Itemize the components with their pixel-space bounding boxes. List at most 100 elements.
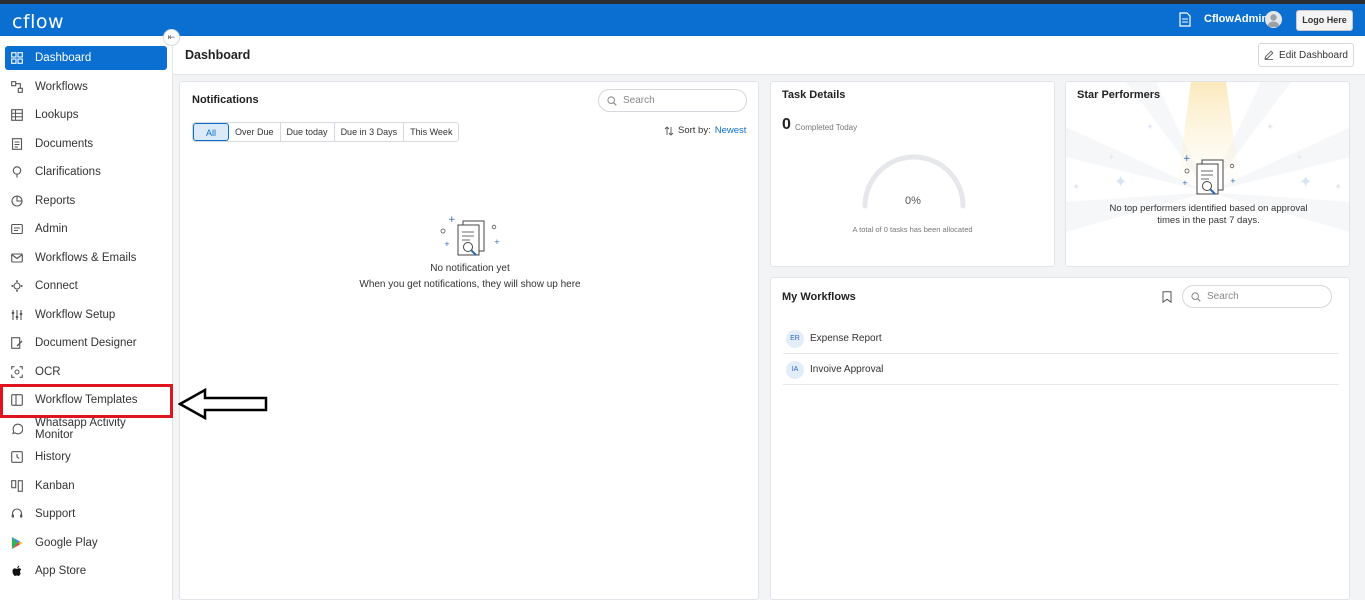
- workflow-initials-badge: IA: [786, 360, 804, 379]
- page-title: Dashboard: [185, 48, 251, 62]
- filter-due-today[interactable]: Due today: [280, 123, 335, 141]
- sidebar-item-clarifications[interactable]: Clarifications: [5, 160, 167, 184]
- edit-dashboard-button[interactable]: Edit Dashboard: [1258, 43, 1354, 67]
- bookmark-icon[interactable]: [1162, 291, 1172, 303]
- history-icon: [11, 451, 23, 463]
- search-icon: [607, 95, 617, 106]
- task-allocation-footer: A total of 0 tasks has been allocated: [852, 225, 973, 234]
- lookups-icon: [11, 109, 23, 121]
- user-avatar-icon[interactable]: [1265, 11, 1282, 28]
- svg-text:+: +: [444, 240, 450, 248]
- admin-icon: [11, 223, 23, 235]
- sidebar-item-label: Kanban: [35, 480, 75, 492]
- notifications-search-input[interactable]: [623, 95, 723, 106]
- sidebar-item-admin[interactable]: Admin: [5, 217, 167, 241]
- notifications-search[interactable]: [598, 89, 747, 112]
- sidebar-collapse-icon[interactable]: ⇤: [163, 29, 180, 46]
- sidebar-item-label: Documents: [35, 138, 94, 150]
- completed-count: 0: [782, 116, 791, 133]
- workflow-name[interactable]: Invoive Approval: [810, 364, 883, 375]
- no-notification-title: No notification yet: [430, 263, 510, 274]
- sidebar-item-support[interactable]: Support: [5, 502, 167, 526]
- workflows-icon: [11, 81, 23, 93]
- sidebar-item-label: OCR: [35, 366, 61, 378]
- filter-all[interactable]: All: [193, 123, 230, 141]
- sidebar-item-documents[interactable]: Documents: [5, 132, 167, 156]
- sidebar-item-workflows[interactable]: Workflows: [5, 75, 167, 99]
- sidebar-item-google-play[interactable]: Google Play: [5, 531, 167, 555]
- sidebar-item-connect[interactable]: Connect: [5, 274, 167, 298]
- notifications-title: Notifications: [192, 94, 259, 106]
- main-header: Dashboard Edit Dashboard: [173, 36, 1365, 75]
- no-performers-message: No top performers identified based on ap…: [1109, 203, 1308, 226]
- sidebar-item-ocr[interactable]: OCR: [5, 360, 167, 384]
- svg-text:✦: ✦: [1296, 153, 1303, 162]
- workflow-list-item[interactable]: ER Expense Report: [783, 324, 1339, 354]
- pencil-icon: [1264, 50, 1274, 60]
- document-icon[interactable]: [1179, 12, 1191, 27]
- edit-dashboard-label: Edit Dashboard: [1279, 49, 1348, 61]
- sort-value[interactable]: Newest: [715, 125, 747, 136]
- svg-text:+: +: [448, 215, 456, 225]
- my-workflows-search[interactable]: [1182, 285, 1332, 308]
- star-performers-card: ✦ ✦ ✦ ✦ ✦ ✦ ✦ ✦ Star Performers + + + No…: [1065, 81, 1350, 267]
- sidebar-item-label: Document Designer: [35, 337, 137, 349]
- sidebar-item-label: History: [35, 451, 71, 463]
- sidebar-item-kanban[interactable]: Kanban: [5, 474, 167, 498]
- sort-control[interactable]: Sort by: Newest: [664, 125, 746, 136]
- sidebar-item-label: Dashboard: [35, 52, 92, 64]
- sidebar-item-label: Admin: [35, 223, 68, 235]
- workflow-list-item[interactable]: IA Invoive Approval: [783, 355, 1339, 385]
- no-notification-message: When you get notifications, they will sh…: [359, 279, 581, 290]
- sidebar-item-app-store[interactable]: App Store: [5, 559, 167, 583]
- sidebar-item-label: Clarifications: [35, 166, 101, 178]
- apple-icon: [11, 565, 23, 577]
- ocr-icon: [11, 366, 23, 378]
- sort-icon: [664, 125, 674, 136]
- sidebar-item-label: Workflows: [35, 81, 88, 93]
- kanban-icon: [11, 480, 23, 492]
- sidebar-item-dashboard[interactable]: Dashboard: [5, 46, 167, 70]
- task-progress-percent: 0%: [905, 195, 921, 207]
- sidebar-item-workflows-emails[interactable]: Workflows & Emails: [5, 246, 167, 270]
- completed-label: Completed Today: [795, 123, 858, 132]
- filter-due-in-3-days[interactable]: Due in 3 Days: [334, 123, 405, 141]
- sort-label: Sort by:: [678, 125, 711, 136]
- svg-text:✦: ✦: [1146, 122, 1154, 133]
- sidebar-item-label: Reports: [35, 195, 76, 207]
- sidebar-item-history[interactable]: History: [5, 445, 167, 469]
- svg-text:✦: ✦: [1334, 182, 1342, 193]
- cflow-logo[interactable]: cflow: [12, 11, 64, 33]
- my-workflows-title: My Workflows: [782, 291, 856, 303]
- filter-this-week[interactable]: This Week: [404, 123, 459, 141]
- filter-over-due[interactable]: Over Due: [229, 123, 281, 141]
- documents-icon: [11, 138, 23, 150]
- sidebar-item-whatsapp-activity-monitor[interactable]: Whatsapp Activity Monitor: [5, 417, 167, 441]
- svg-text:✦: ✦: [1114, 172, 1127, 191]
- username[interactable]: CflowAdmin: [1204, 13, 1268, 25]
- svg-text:+: +: [1183, 154, 1191, 164]
- sidebar-item-reports[interactable]: Reports: [5, 189, 167, 213]
- sidebar-item-label: Connect: [35, 280, 78, 292]
- connect-icon: [11, 280, 23, 292]
- sidebar-item-lookups[interactable]: Lookups: [5, 103, 167, 127]
- mail-icon: [11, 252, 23, 264]
- sliders-icon: [11, 309, 23, 321]
- sidebar-item-label: Workflow Setup: [35, 309, 116, 321]
- svg-text:+: +: [494, 238, 500, 246]
- logo-here-button[interactable]: Logo Here: [1296, 10, 1353, 31]
- search-icon: [1191, 291, 1201, 302]
- workflow-name[interactable]: Expense Report: [810, 333, 882, 344]
- star-performers-title: Star Performers: [1077, 89, 1161, 101]
- my-workflows-search-input[interactable]: [1207, 291, 1307, 302]
- notification-filter-group: All Over Due Due today Due in 3 Days Thi…: [192, 122, 460, 142]
- no-performers-illustration-icon: + + +: [1182, 154, 1236, 195]
- top-navigation-bar: cflow CflowAdmin Logo Here: [0, 4, 1365, 36]
- svg-text:+: +: [1230, 177, 1236, 185]
- workflow-initials-badge: ER: [786, 329, 804, 348]
- task-details-card: Task Details 0 Completed Today 0% A tota…: [770, 81, 1055, 267]
- sidebar-item-workflow-setup[interactable]: Workflow Setup: [5, 303, 167, 327]
- sidebar-item-document-designer[interactable]: Document Designer: [5, 331, 167, 355]
- reports-icon: [11, 195, 23, 207]
- sidebar-item-label: Lookups: [35, 109, 79, 121]
